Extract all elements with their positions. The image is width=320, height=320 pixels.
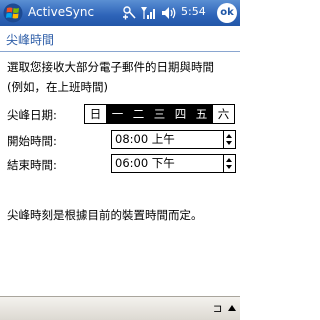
section-divider — [0, 51, 240, 52]
spin-up-icon[interactable] — [226, 158, 232, 162]
day-tuesday[interactable]: 二 — [128, 105, 149, 123]
section-title: 尖峰時間 — [6, 33, 55, 47]
spin-down-icon[interactable] — [226, 165, 232, 169]
end-time-label: 結束時間: — [7, 158, 57, 172]
spin-down-icon[interactable] — [226, 141, 232, 145]
volume-icon[interactable] — [160, 4, 178, 22]
day-sunday[interactable]: 日 — [85, 105, 107, 123]
app-title: ActiveSync — [28, 5, 95, 19]
clock[interactable]: 5:54 — [181, 5, 206, 18]
day-friday[interactable]: 五 — [191, 105, 212, 123]
day-thursday[interactable]: 四 — [170, 105, 191, 123]
peak-days-selector: 日 一 二 三 四 五 六 — [84, 104, 235, 124]
start-time-input[interactable]: 08:00 上午 — [111, 130, 224, 149]
windows-start-icon[interactable] — [3, 3, 23, 23]
instructions-line-2: (例如，在上班時間) — [7, 80, 108, 94]
peak-time-note: 尖峰時刻是根據目前的裝置時間而定。 — [7, 208, 203, 222]
sync-icon[interactable] — [120, 4, 138, 22]
keyboard-icon[interactable]: ⊐ — [213, 302, 222, 315]
day-saturday[interactable]: 六 — [212, 105, 234, 123]
day-wednesday[interactable]: 三 — [149, 105, 170, 123]
spin-up-icon[interactable] — [226, 134, 232, 138]
ok-button[interactable]: ok — [217, 3, 237, 23]
end-time-input[interactable]: 06:00 下午 — [111, 154, 224, 173]
instructions-line-1: 選取您接收大部分電子郵件的日期與時間 — [7, 60, 214, 74]
peak-days-label: 尖峰日期: — [7, 108, 57, 122]
signal-icon[interactable] — [140, 4, 158, 22]
start-time-label: 開始時間: — [7, 134, 57, 148]
menu-bar: ⊐ — [0, 296, 240, 320]
end-time-spinner[interactable] — [224, 154, 236, 173]
day-monday[interactable]: 一 — [107, 105, 128, 123]
title-bar: ActiveSync 5:54 ok — [0, 0, 240, 26]
instructions: 選取您接收大部分電子郵件的日期與時間 (例如，在上班時間) — [7, 57, 237, 97]
chevron-up-icon[interactable] — [228, 305, 236, 311]
start-time-spinner[interactable] — [224, 130, 236, 149]
